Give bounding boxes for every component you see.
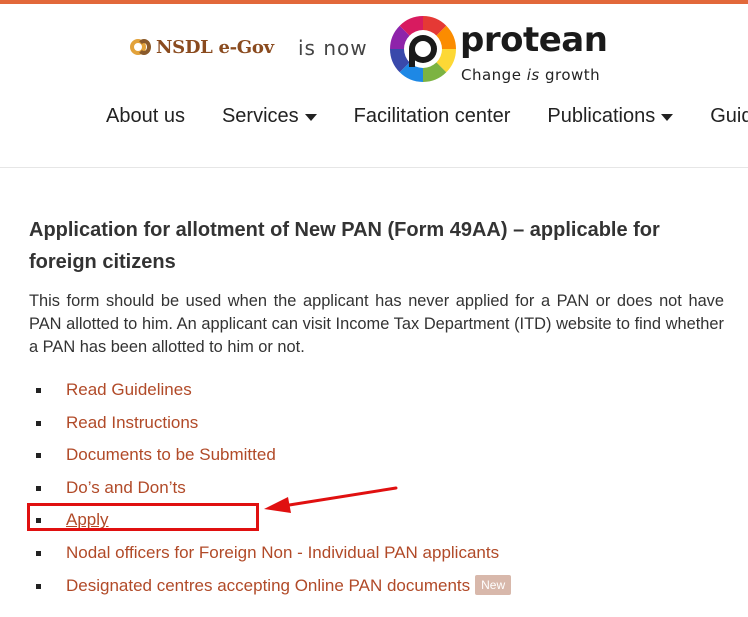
list-item: Read Guidelines xyxy=(29,374,724,407)
bullet-icon xyxy=(36,550,41,556)
nav-services[interactable]: Services xyxy=(222,105,317,128)
header-divider xyxy=(0,167,748,168)
designated-centres-link[interactable]: Designated centres accepting Online PAN … xyxy=(66,576,470,595)
nsdl-logo[interactable]: NSDL e-Gov xyxy=(130,36,274,58)
list-item: Documents to be Submitted xyxy=(29,439,724,472)
list-item: Nodal officers for Foreign Non - Individ… xyxy=(29,537,724,570)
bullet-icon xyxy=(36,420,41,426)
main-nav: About us Services Facilitation center Pu… xyxy=(106,103,748,129)
nav-facilitation-center[interactable]: Facilitation center xyxy=(354,105,511,128)
documents-to-be-submitted-link[interactable]: Documents to be Submitted xyxy=(66,445,276,464)
link-list: Read Guidelines Read Instructions Docume… xyxy=(29,374,724,602)
new-badge: New xyxy=(475,574,512,595)
list-item: Read Instructions xyxy=(29,407,724,440)
nav-guidelines[interactable]: Guid xyxy=(710,105,748,128)
list-item: Do’s and Don’ts xyxy=(29,472,724,505)
bullet-icon xyxy=(36,453,41,459)
header-logos: NSDL e-Gov is now protean Change is grow… xyxy=(130,10,650,90)
read-instructions-link[interactable]: Read Instructions xyxy=(66,413,198,432)
bullet-icon xyxy=(36,583,41,589)
nsdl-logo-icon xyxy=(130,36,152,58)
apply-highlight-box xyxy=(27,503,259,531)
top-accent-bar xyxy=(0,0,748,4)
is-now-text: is now xyxy=(298,36,368,60)
nav-publications[interactable]: Publications xyxy=(547,105,674,128)
caret-down-icon xyxy=(661,113,674,121)
bullet-icon xyxy=(36,485,41,491)
nsdl-logo-text: NSDL e-Gov xyxy=(156,36,274,58)
list-item: Designated centres accepting Online PAN … xyxy=(29,570,724,603)
protean-tagline: Change is growth xyxy=(461,66,601,84)
dos-and-donts-link[interactable]: Do’s and Don’ts xyxy=(66,478,186,497)
nodal-officers-link[interactable]: Nodal officers for Foreign Non - Individ… xyxy=(66,543,499,562)
caret-down-icon xyxy=(304,113,317,121)
intro-paragraph: This form should be used when the applic… xyxy=(29,292,724,356)
nav-about-us[interactable]: About us xyxy=(106,105,185,128)
protean-logo-text: protean xyxy=(460,20,608,60)
page-title: Application for allotment of New PAN (Fo… xyxy=(29,219,660,273)
read-guidelines-link[interactable]: Read Guidelines xyxy=(66,380,192,399)
bullet-icon xyxy=(36,388,41,393)
main-content: Application for allotment of New PAN (Fo… xyxy=(29,214,724,602)
protean-logo-icon[interactable] xyxy=(388,14,458,84)
